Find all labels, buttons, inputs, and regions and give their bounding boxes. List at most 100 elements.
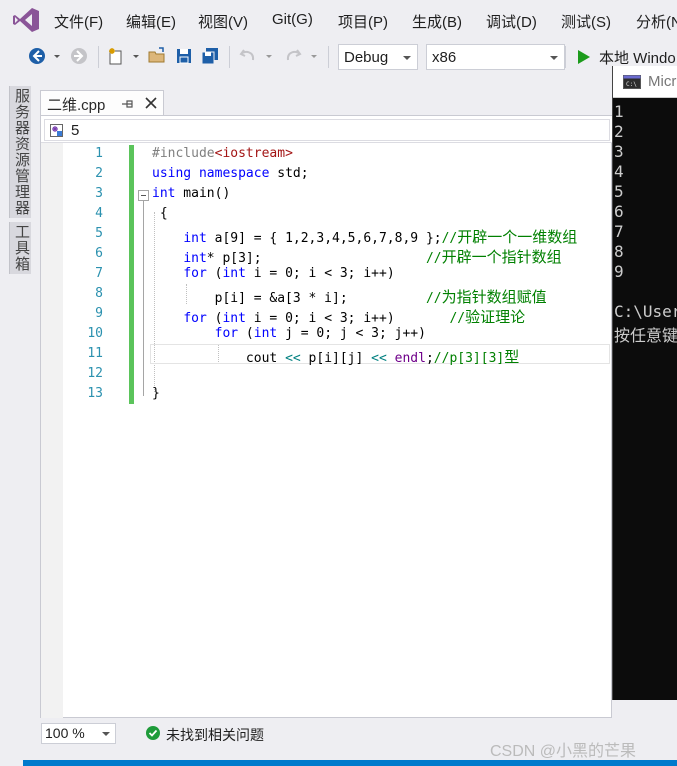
console-output-line: C:\User bbox=[614, 302, 677, 321]
line-number: 6 bbox=[95, 246, 103, 261]
code-editor[interactable]: 5 1 2 3 4 5 6 7 8 9 10 11 12 13 #include… bbox=[40, 115, 613, 718]
toolbar-separator bbox=[565, 46, 566, 68]
open-folder-icon[interactable] bbox=[147, 46, 167, 66]
configuration-value: Debug bbox=[344, 49, 389, 66]
save-all-icon[interactable] bbox=[200, 46, 220, 66]
run-local-debugger-button[interactable]: 本地 Windo bbox=[599, 47, 676, 68]
console-output-line: 9 bbox=[614, 262, 624, 281]
menu-project[interactable]: 项目(P) bbox=[338, 11, 388, 32]
console-output-line: 1 bbox=[614, 102, 624, 121]
line-number: 8 bbox=[95, 286, 103, 301]
console-title-bar[interactable]: C:\ Micr bbox=[613, 66, 677, 98]
line-number: 4 bbox=[95, 206, 103, 221]
code-line-2[interactable]: using namespace std; bbox=[152, 166, 309, 186]
line-number: 3 bbox=[95, 186, 103, 201]
zoom-value: 100 % bbox=[45, 725, 85, 741]
console-window[interactable]: C:\ Micr 1 2 3 4 5 6 7 8 9 C:\User 按任意键 bbox=[612, 66, 677, 700]
code-line-1[interactable]: #include<iostream> bbox=[152, 146, 293, 166]
menu-file[interactable]: 文件(F) bbox=[54, 11, 103, 32]
redo-dropdown-icon[interactable] bbox=[309, 46, 319, 66]
line-number: 10 bbox=[87, 326, 103, 341]
configuration-dropdown[interactable]: Debug bbox=[338, 44, 418, 70]
code-line-10[interactable]: for (int j = 0; j < 3; j++) bbox=[152, 326, 426, 346]
menu-bar: 文件(F) 编辑(E) 视图(V) Git(G) 项目(P) 生成(B) 调试(… bbox=[0, 0, 677, 40]
code-line-9[interactable]: for (int i = 0; i < 3; i++) //验证理论 bbox=[152, 306, 525, 326]
back-dropdown-icon[interactable] bbox=[52, 46, 62, 66]
code-line-8[interactable]: p[i] = &a[3 * i]; //为指针数组赋值 bbox=[152, 286, 547, 306]
zoom-dropdown[interactable]: 100 % bbox=[41, 723, 116, 744]
back-icon[interactable] bbox=[27, 46, 47, 66]
change-tracking-bar bbox=[129, 145, 134, 404]
forward-icon[interactable] bbox=[69, 46, 89, 66]
console-output-line: 5 bbox=[614, 182, 624, 201]
server-explorer-tab[interactable]: 服务器资源管理器 bbox=[9, 86, 31, 218]
code-line-3[interactable]: int main() bbox=[152, 186, 230, 206]
line-number: 13 bbox=[87, 386, 103, 401]
menu-test[interactable]: 测试(S) bbox=[561, 11, 611, 32]
toolbar-separator bbox=[229, 46, 230, 68]
console-output-line: 8 bbox=[614, 242, 624, 261]
toolbar-separator bbox=[328, 46, 329, 68]
save-icon[interactable] bbox=[174, 46, 194, 66]
new-dropdown-icon[interactable] bbox=[131, 46, 141, 66]
issues-status[interactable]: 未找到相关问题 bbox=[166, 725, 264, 745]
code-line-4[interactable]: { bbox=[152, 206, 168, 226]
line-number: 5 bbox=[95, 226, 103, 241]
console-output-line: 3 bbox=[614, 142, 624, 161]
menu-analyze[interactable]: 分析(N bbox=[636, 11, 677, 32]
console-output-line: 7 bbox=[614, 222, 624, 241]
menu-view[interactable]: 视图(V) bbox=[198, 11, 248, 32]
code-line-11[interactable]: cout << p[i][j] << endl;//p[3][3]型 bbox=[152, 346, 519, 366]
glyph-margin bbox=[41, 143, 63, 718]
outline-fold-line bbox=[143, 196, 144, 396]
toolbox-tab[interactable]: 工具箱 bbox=[9, 222, 31, 274]
menu-edit[interactable]: 编辑(E) bbox=[126, 11, 176, 32]
chevron-down-icon bbox=[550, 56, 558, 60]
toolbox-label: 工具箱 bbox=[13, 224, 30, 272]
undo-icon[interactable] bbox=[238, 46, 258, 66]
code-line-7[interactable]: for (int i = 0; i < 3; i++) bbox=[152, 266, 394, 286]
line-number: 7 bbox=[95, 266, 103, 281]
line-number: 1 bbox=[95, 146, 103, 161]
platform-value: x86 bbox=[432, 49, 457, 66]
chevron-down-icon bbox=[403, 56, 411, 60]
code-line-13[interactable]: } bbox=[152, 386, 160, 406]
close-icon[interactable] bbox=[144, 96, 158, 110]
line-number: 9 bbox=[95, 306, 103, 321]
new-project-icon[interactable] bbox=[106, 46, 126, 66]
console-output-line: 按任意键 bbox=[614, 326, 677, 345]
platform-dropdown[interactable]: x86 bbox=[426, 44, 565, 70]
navigation-scope-icon bbox=[50, 124, 63, 137]
line-number: 2 bbox=[95, 166, 103, 181]
watermark: CSDN @小黑的芒果 bbox=[490, 743, 637, 760]
console-output-line: 4 bbox=[614, 162, 624, 181]
console-title: Micr bbox=[648, 73, 677, 90]
menu-git[interactable]: Git(G) bbox=[272, 11, 313, 28]
run-icon[interactable] bbox=[574, 47, 594, 67]
side-tool-strip: 服务器资源管理器 工具箱 bbox=[0, 74, 40, 760]
navigation-location: 5 bbox=[71, 122, 80, 139]
check-circle-icon bbox=[146, 726, 160, 740]
navigation-dropdown[interactable]: 5 bbox=[44, 119, 610, 141]
collapse-icon[interactable] bbox=[138, 190, 149, 201]
document-tab-label: 二维.cpp bbox=[47, 97, 106, 114]
console-output-line: 2 bbox=[614, 122, 624, 141]
pin-icon[interactable] bbox=[121, 97, 135, 111]
svg-text:C:\: C:\ bbox=[626, 81, 637, 88]
code-line-5[interactable]: int a[9] = { 1,2,3,4,5,6,7,8,9 };//开辟一个一… bbox=[152, 226, 577, 246]
code-line-6[interactable]: int* p[3]; //开辟一个指针数组 bbox=[152, 246, 561, 266]
undo-dropdown-icon[interactable] bbox=[264, 46, 274, 66]
menu-debug[interactable]: 调试(D) bbox=[486, 11, 537, 32]
line-number: 11 bbox=[87, 346, 103, 361]
document-tab[interactable]: 二维.cpp bbox=[40, 90, 164, 115]
navigation-bar: 5 bbox=[41, 116, 613, 143]
visual-studio-logo-icon[interactable] bbox=[12, 7, 40, 33]
chevron-down-icon bbox=[102, 732, 110, 736]
menu-build[interactable]: 生成(B) bbox=[412, 11, 462, 32]
line-number: 12 bbox=[87, 366, 103, 381]
console-output-line: 6 bbox=[614, 202, 624, 221]
console-app-icon: C:\ bbox=[623, 75, 641, 89]
server-explorer-label: 服务器资源管理器 bbox=[13, 88, 30, 216]
toolbar-separator bbox=[98, 46, 99, 68]
redo-icon[interactable] bbox=[283, 46, 303, 66]
